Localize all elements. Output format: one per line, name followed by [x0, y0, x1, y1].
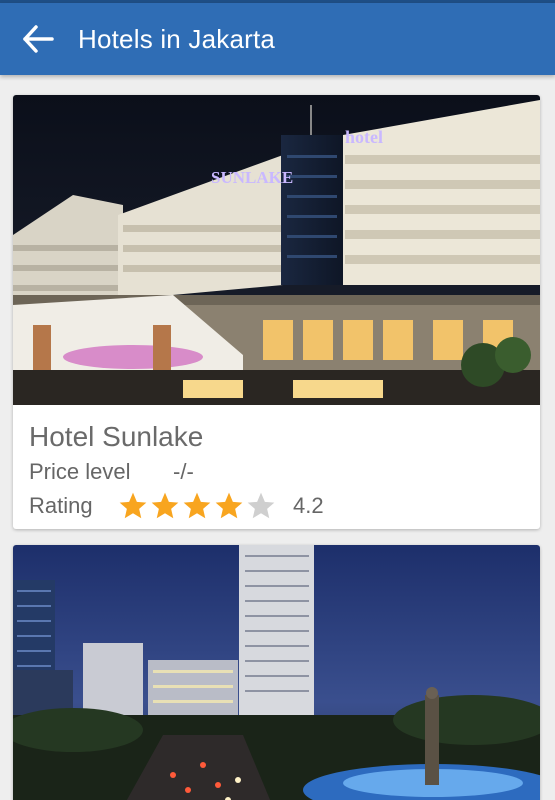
rating-row: Rating 4.2 [29, 489, 524, 523]
star-filled-icon [183, 492, 211, 519]
rating-stars [117, 490, 277, 522]
hotel-card[interactable]: SUNLAKE hotel Hotel Sunlake Price level … [13, 95, 540, 529]
star-filled-icon [119, 492, 147, 519]
sign-hotel: hotel [345, 127, 383, 147]
city-night-photo [13, 545, 540, 800]
price-label: Price level [29, 459, 131, 484]
star-filled-icon [215, 492, 243, 519]
hotel-card[interactable] [13, 545, 540, 800]
hotel-photo: SUNLAKE hotel [13, 95, 540, 405]
rating-label: Rating [29, 493, 93, 518]
page-title: Hotels in Jakarta [78, 23, 276, 54]
price-value: -/- [173, 459, 194, 484]
hotel-list[interactable]: SUNLAKE hotel Hotel Sunlake Price level … [0, 75, 555, 800]
sign-sunlake: SUNLAKE [211, 168, 293, 187]
price-row: Price level -/- [29, 455, 524, 489]
back-button[interactable] [20, 21, 56, 57]
star-filled-icon [151, 492, 179, 519]
hotel-info: Hotel Sunlake Price level -/- Rating 4.2 [13, 405, 540, 529]
hotel-name: Hotel Sunlake [29, 421, 204, 452]
rating-value: 4.2 [293, 493, 324, 518]
star-empty-icon [247, 492, 275, 519]
app-bar: Hotels in Jakarta [0, 3, 555, 75]
arrow-left-icon [23, 25, 54, 53]
